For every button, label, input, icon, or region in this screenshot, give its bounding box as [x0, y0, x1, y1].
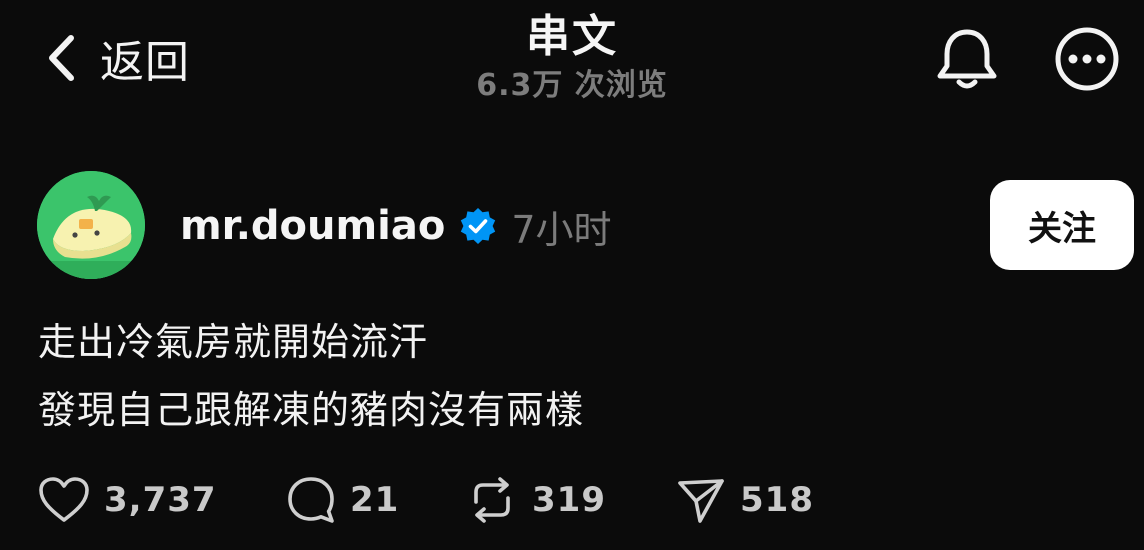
- send-icon: [678, 479, 724, 523]
- more-horizontal-icon: [1055, 27, 1119, 91]
- post-timestamp: 7小时: [511, 207, 612, 252]
- repost-icon: [474, 477, 510, 523]
- share-count: 518: [740, 480, 814, 520]
- bell-icon: [937, 29, 997, 89]
- share-button[interactable]: 518: [676, 474, 814, 526]
- post-text-line: 走出冷氣房就開始流汗: [38, 320, 429, 364]
- repost-count: 319: [532, 480, 606, 520]
- notifications-button[interactable]: [934, 26, 1000, 96]
- avatar[interactable]: [37, 171, 145, 279]
- verified-badge-icon: [461, 208, 496, 244]
- heart-icon: [39, 477, 89, 522]
- like-count: 3,737: [104, 480, 217, 520]
- top-bar: 返回 串文 6.3万 次浏览: [0, 0, 1144, 120]
- post-author-row: mr.doumiao 7小时: [180, 196, 612, 256]
- more-options-button[interactable]: [1054, 26, 1120, 96]
- reply-count: 21: [350, 480, 400, 520]
- follow-button[interactable]: 关注: [990, 180, 1134, 270]
- post-text-line: 發現自己跟解凍的豬肉沒有兩樣: [38, 388, 585, 432]
- comment-icon: [288, 477, 334, 523]
- post-body: 走出冷氣房就開始流汗 發現自己跟解凍的豬肉沒有兩樣: [38, 308, 584, 444]
- like-button[interactable]: 3,737: [38, 474, 217, 526]
- avatar-image: [37, 171, 145, 279]
- username[interactable]: mr.doumiao: [180, 203, 445, 249]
- reply-button[interactable]: 21: [286, 474, 399, 526]
- repost-button[interactable]: 319: [466, 474, 606, 526]
